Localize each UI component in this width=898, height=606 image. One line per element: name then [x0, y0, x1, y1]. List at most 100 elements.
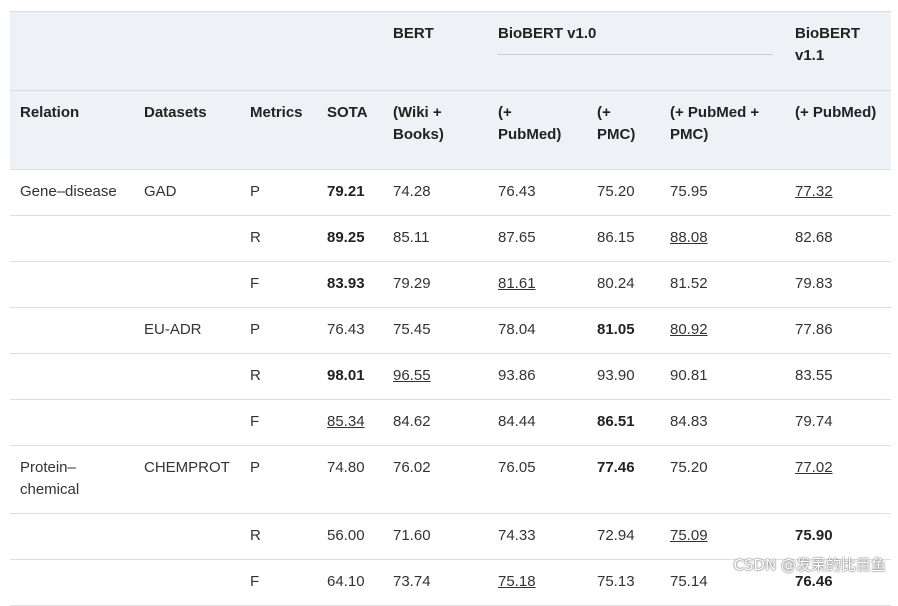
value-text: 76.02	[393, 459, 431, 476]
header-biobert-v10-label: BioBERT v1.0	[498, 25, 597, 42]
value-text: 76.05	[498, 459, 536, 476]
header-pmc: (+ PMC)	[587, 90, 660, 170]
value-cell: 75.18	[488, 559, 587, 606]
value-text: 83.55	[795, 367, 833, 384]
value-text: 79.21	[327, 183, 365, 200]
header-bert: BERT	[393, 25, 434, 42]
value-text: 75.20	[670, 459, 708, 476]
value-cell: 84.83	[660, 399, 785, 446]
value-text: 79.74	[795, 413, 833, 430]
value-cell: 86.15	[587, 215, 660, 262]
header-row-bottom: Relation Datasets Metrics SOTA (Wiki + B…	[10, 90, 891, 170]
value-cell: 77.02	[785, 445, 891, 514]
value-cell: 77.86	[785, 307, 891, 354]
header-metrics: Metrics	[240, 90, 317, 170]
table-row: Gene–disease GAD P 79.21 74.28 76.43 75.20 75.9…	[10, 169, 891, 216]
value-cell: 75.20	[587, 169, 660, 216]
metric-cell: P	[240, 445, 317, 514]
relation-cell: Protein–chemical	[10, 445, 134, 514]
value-cell: 73.74	[383, 559, 488, 606]
dataset-cell	[134, 559, 240, 606]
value-cell: 85.11	[383, 215, 488, 262]
value-text: 76.46	[795, 573, 833, 590]
relation-cell	[10, 261, 134, 308]
header-biobert-v10: BioBERT v1.0	[488, 12, 785, 91]
value-text: 90.81	[670, 367, 708, 384]
metric-cell: F	[240, 559, 317, 606]
relation-cell	[10, 559, 134, 606]
value-text: 79.83	[795, 275, 833, 292]
value-cell: 79.83	[785, 261, 891, 308]
dataset-cell	[134, 399, 240, 446]
value-cell: 75.90	[785, 513, 891, 560]
value-text: 84.83	[670, 413, 708, 430]
value-cell: 76.43	[317, 307, 383, 354]
header-relation: Relation	[10, 90, 134, 170]
relation-cell	[10, 353, 134, 400]
dataset-cell: GAD	[134, 169, 240, 216]
table-row: F 83.93 79.29 81.61 80.24 81.52 79.83	[10, 261, 891, 308]
value-text: 98.01	[327, 367, 365, 384]
value-text: 77.02	[795, 459, 833, 476]
value-text: 75.18	[498, 573, 536, 590]
value-text: 75.20	[597, 183, 635, 200]
value-text: 80.92	[670, 321, 708, 338]
metric-cell: F	[240, 261, 317, 308]
value-text: 78.04	[498, 321, 536, 338]
value-cell: 89.25	[317, 215, 383, 262]
table-header: BERT BioBERT v1.0 BioBERT v1.1 Relation …	[10, 11, 891, 170]
value-cell: 83.93	[317, 261, 383, 308]
value-text: 93.86	[498, 367, 536, 384]
dataset-cell: EU-ADR	[134, 307, 240, 354]
value-text: 75.09	[670, 527, 708, 544]
dataset-cell: CHEMPROT	[134, 445, 240, 514]
value-cell: 76.43	[488, 169, 587, 216]
value-text: 84.44	[498, 413, 536, 430]
relation-cell: Gene–disease	[10, 169, 134, 216]
header-biobert-v11: BioBERT v1.1	[795, 25, 860, 64]
header-pubmed-pmc: (+ PubMed + PMC)	[660, 90, 785, 170]
value-cell: 75.09	[660, 513, 785, 560]
value-cell: 79.74	[785, 399, 891, 446]
value-text: 80.24	[597, 275, 635, 292]
value-cell: 74.80	[317, 445, 383, 514]
dataset-cell	[134, 513, 240, 560]
value-text: 74.80	[327, 459, 365, 476]
value-text: 86.15	[597, 229, 635, 246]
value-cell: 81.05	[587, 307, 660, 354]
header-datasets: Datasets	[134, 90, 240, 170]
value-cell: 75.20	[660, 445, 785, 514]
value-text: 85.34	[327, 413, 365, 430]
value-cell: 75.13	[587, 559, 660, 606]
header-group-rule	[498, 54, 773, 55]
value-cell: 79.21	[317, 169, 383, 216]
header-cell	[134, 12, 240, 91]
value-text: 77.86	[795, 321, 833, 338]
header-pubmed-v11: (+ PubMed)	[785, 90, 891, 170]
value-text: 76.43	[327, 321, 365, 338]
value-text: 77.46	[597, 459, 635, 476]
value-cell: 74.33	[488, 513, 587, 560]
value-cell: 80.92	[660, 307, 785, 354]
value-text: 75.95	[670, 183, 708, 200]
table-row: R 89.25 85.11 87.65 86.15 88.08 82.68	[10, 215, 891, 262]
value-text: 79.29	[393, 275, 431, 292]
table-row: R 56.00 71.60 74.33 72.94 75.09 75.90	[10, 513, 891, 560]
dataset-cell	[134, 215, 240, 262]
value-text: 75.90	[795, 527, 833, 544]
header-row-top: BERT BioBERT v1.0 BioBERT v1.1	[10, 11, 891, 91]
header-cell	[240, 12, 317, 91]
value-cell: 84.44	[488, 399, 587, 446]
value-text: 76.43	[498, 183, 536, 200]
value-cell: 81.61	[488, 261, 587, 308]
relation-cell	[10, 215, 134, 262]
value-text: 86.51	[597, 413, 635, 430]
value-cell: 86.51	[587, 399, 660, 446]
value-text: 93.90	[597, 367, 635, 384]
value-text: 96.55	[393, 367, 431, 384]
value-text: 77.32	[795, 183, 833, 200]
value-text: 85.11	[393, 229, 430, 246]
value-cell: 77.46	[587, 445, 660, 514]
dataset-cell	[134, 261, 240, 308]
metric-cell: R	[240, 353, 317, 400]
